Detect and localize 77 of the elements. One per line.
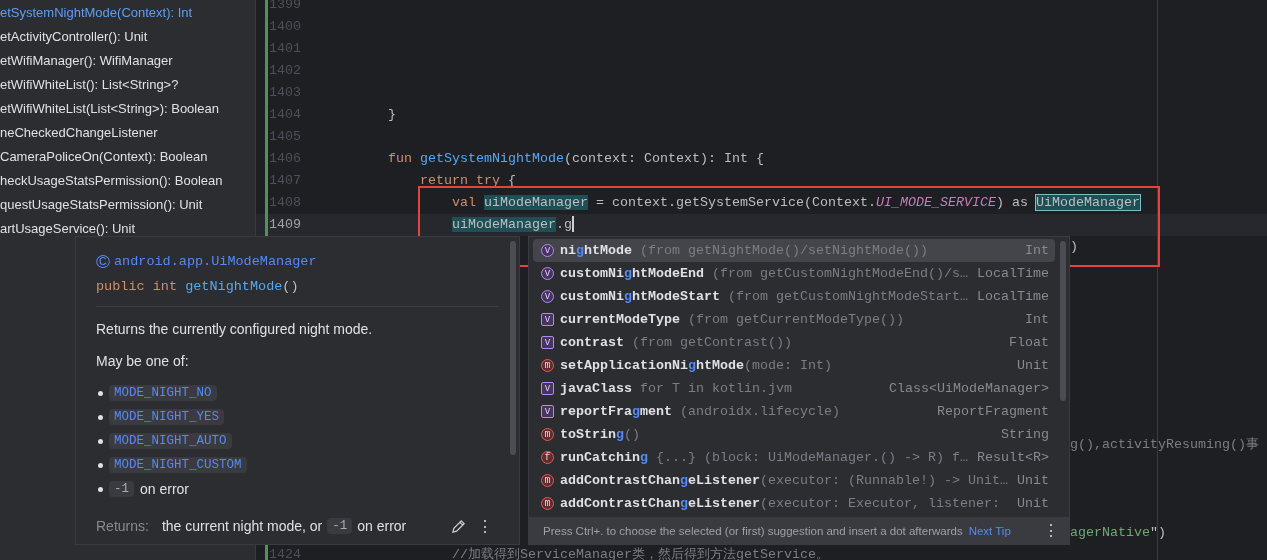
member-icon: m [541,428,554,441]
hint-text: Press Ctrl+. to choose the selected (or first) suggestion and insert a dot afterwards [543,524,963,537]
code-token: return try [420,173,500,188]
completion-item[interactable]: m addContrastChangeListener(executor: Executor, listener: Unit [533,492,1055,515]
more-menu[interactable]: ⋮ [1037,521,1065,540]
bullet-icon [98,414,103,420]
member-icon: m [541,359,554,372]
structure-item[interactable]: heckUsageStatsPermission(): Boolean [0,169,255,193]
completion-item[interactable]: v reportFragment (androidx.lifecycle) ReportFragment [533,400,1055,423]
code-chip: -1 [327,518,353,534]
line-number: 1409 [268,216,301,234]
structure-item[interactable]: etActivityController(): Unit [0,25,255,49]
code-token: = context.getSystemService(Context. [594,195,876,210]
completion-item[interactable]: m setApplicationNightMode(mode: Int) Unit [533,354,1055,377]
edit-icon[interactable] [451,518,466,534]
completion-item[interactable]: m toString() String [533,423,1055,446]
member-icon: f [541,451,554,464]
class-name: android.app.UiModeManager [114,253,317,269]
value-text: on error [140,481,190,497]
member-icon: v [541,267,554,280]
bullet-icon [98,462,103,468]
code-token: (context: Context): Int { [563,151,764,166]
code-token: ) [1070,239,1078,254]
class-icon: © [96,251,110,271]
code-token: ) as [995,195,1029,210]
code-token: fun [388,151,413,166]
code-token: uiModeManager [484,195,588,210]
code-token: //加载得到ServiceManager类，然后得到方法getService。 [452,547,829,560]
member-icon: v [541,336,554,349]
structure-item[interactable]: neCheckedChangeListener [0,121,255,145]
code-token: .g [556,217,572,232]
completion-item[interactable]: v customNightModeEnd (from getCustomNightModeEnd()/s… LocalTime [533,262,1055,285]
next-tip-link[interactable]: Next Tip [968,524,1011,537]
code-token: uiModeManager [452,217,556,232]
code-token: agerNative [1070,525,1150,540]
code-token: UiModeManager [1035,195,1140,210]
completion-item[interactable]: f runCatching {...} (block: UiModeManager.() -> R) f… Result<R> [533,446,1055,469]
returns-text: on error [357,518,407,534]
structure-item[interactable]: etWifiManager(): WifiManager [0,49,255,73]
code-chip[interactable]: -1 [109,481,134,497]
structure-item[interactable]: questUsageStatsPermission(): Unit [0,193,255,217]
code-token: g(),activityResuming()事 [1070,437,1259,452]
member-icon: m [541,474,554,487]
scrollbar[interactable] [1060,241,1066,401]
structure-item[interactable]: etWifiWhiteList(): List<String>? [0,73,255,97]
completion-item[interactable]: v contrast (from getContrast()) Float [533,331,1055,354]
bullet-icon [98,486,103,492]
intro-text: May be one of: [96,352,190,371]
signature-token: public int [96,279,178,294]
returns-text: the current night mode, or [161,518,323,534]
structure-item[interactable]: etSystemNightMode(Context): Int [0,1,255,25]
bullet-icon [98,390,103,396]
bullet-icon [98,438,103,444]
member-icon: v [541,405,554,418]
member-icon: v [541,290,554,303]
structure-item[interactable]: CameraPoliceOn(Context): Boolean [0,145,255,169]
completion-item[interactable]: v currentModeType (from getCurrentModeType()) Int [533,308,1055,331]
signature-token: getNightMode [185,279,283,294]
code-token: val [452,195,477,210]
description-text: Returns the currently configured night mode. [96,320,374,339]
more-menu[interactable]: ⋮ [471,516,499,536]
code-token: UI_MODE_SERVICE [875,195,996,210]
completion-item[interactable]: v customNightModeStart (from getCustomNightModeStart… LocalTime [533,285,1055,308]
member-icon: v [541,313,554,326]
completion-item[interactable]: v javaClass for T in kotlin.jvm Class<UiModeManager> [533,377,1055,400]
signature-token: () [282,279,299,294]
member-icon: v [541,244,554,257]
completion-item[interactable]: m addContrastChangeListener(executor: (Runnable!) -> Unit… Unit [533,469,1055,492]
code-token: getSystemNightMode [420,151,564,166]
code-token: ") [1150,525,1166,540]
member-icon: v [541,382,554,395]
completion-item[interactable]: v nightMode (from getNightMode()/setNightMode()) Int [533,239,1055,262]
structure-item[interactable]: etWifiWhiteList(List<String>): Boolean [0,97,255,121]
returns-label: Returns: [96,518,149,534]
code-token: } [388,107,396,122]
member-icon: m [541,497,554,510]
scrollbar[interactable] [510,241,516,455]
